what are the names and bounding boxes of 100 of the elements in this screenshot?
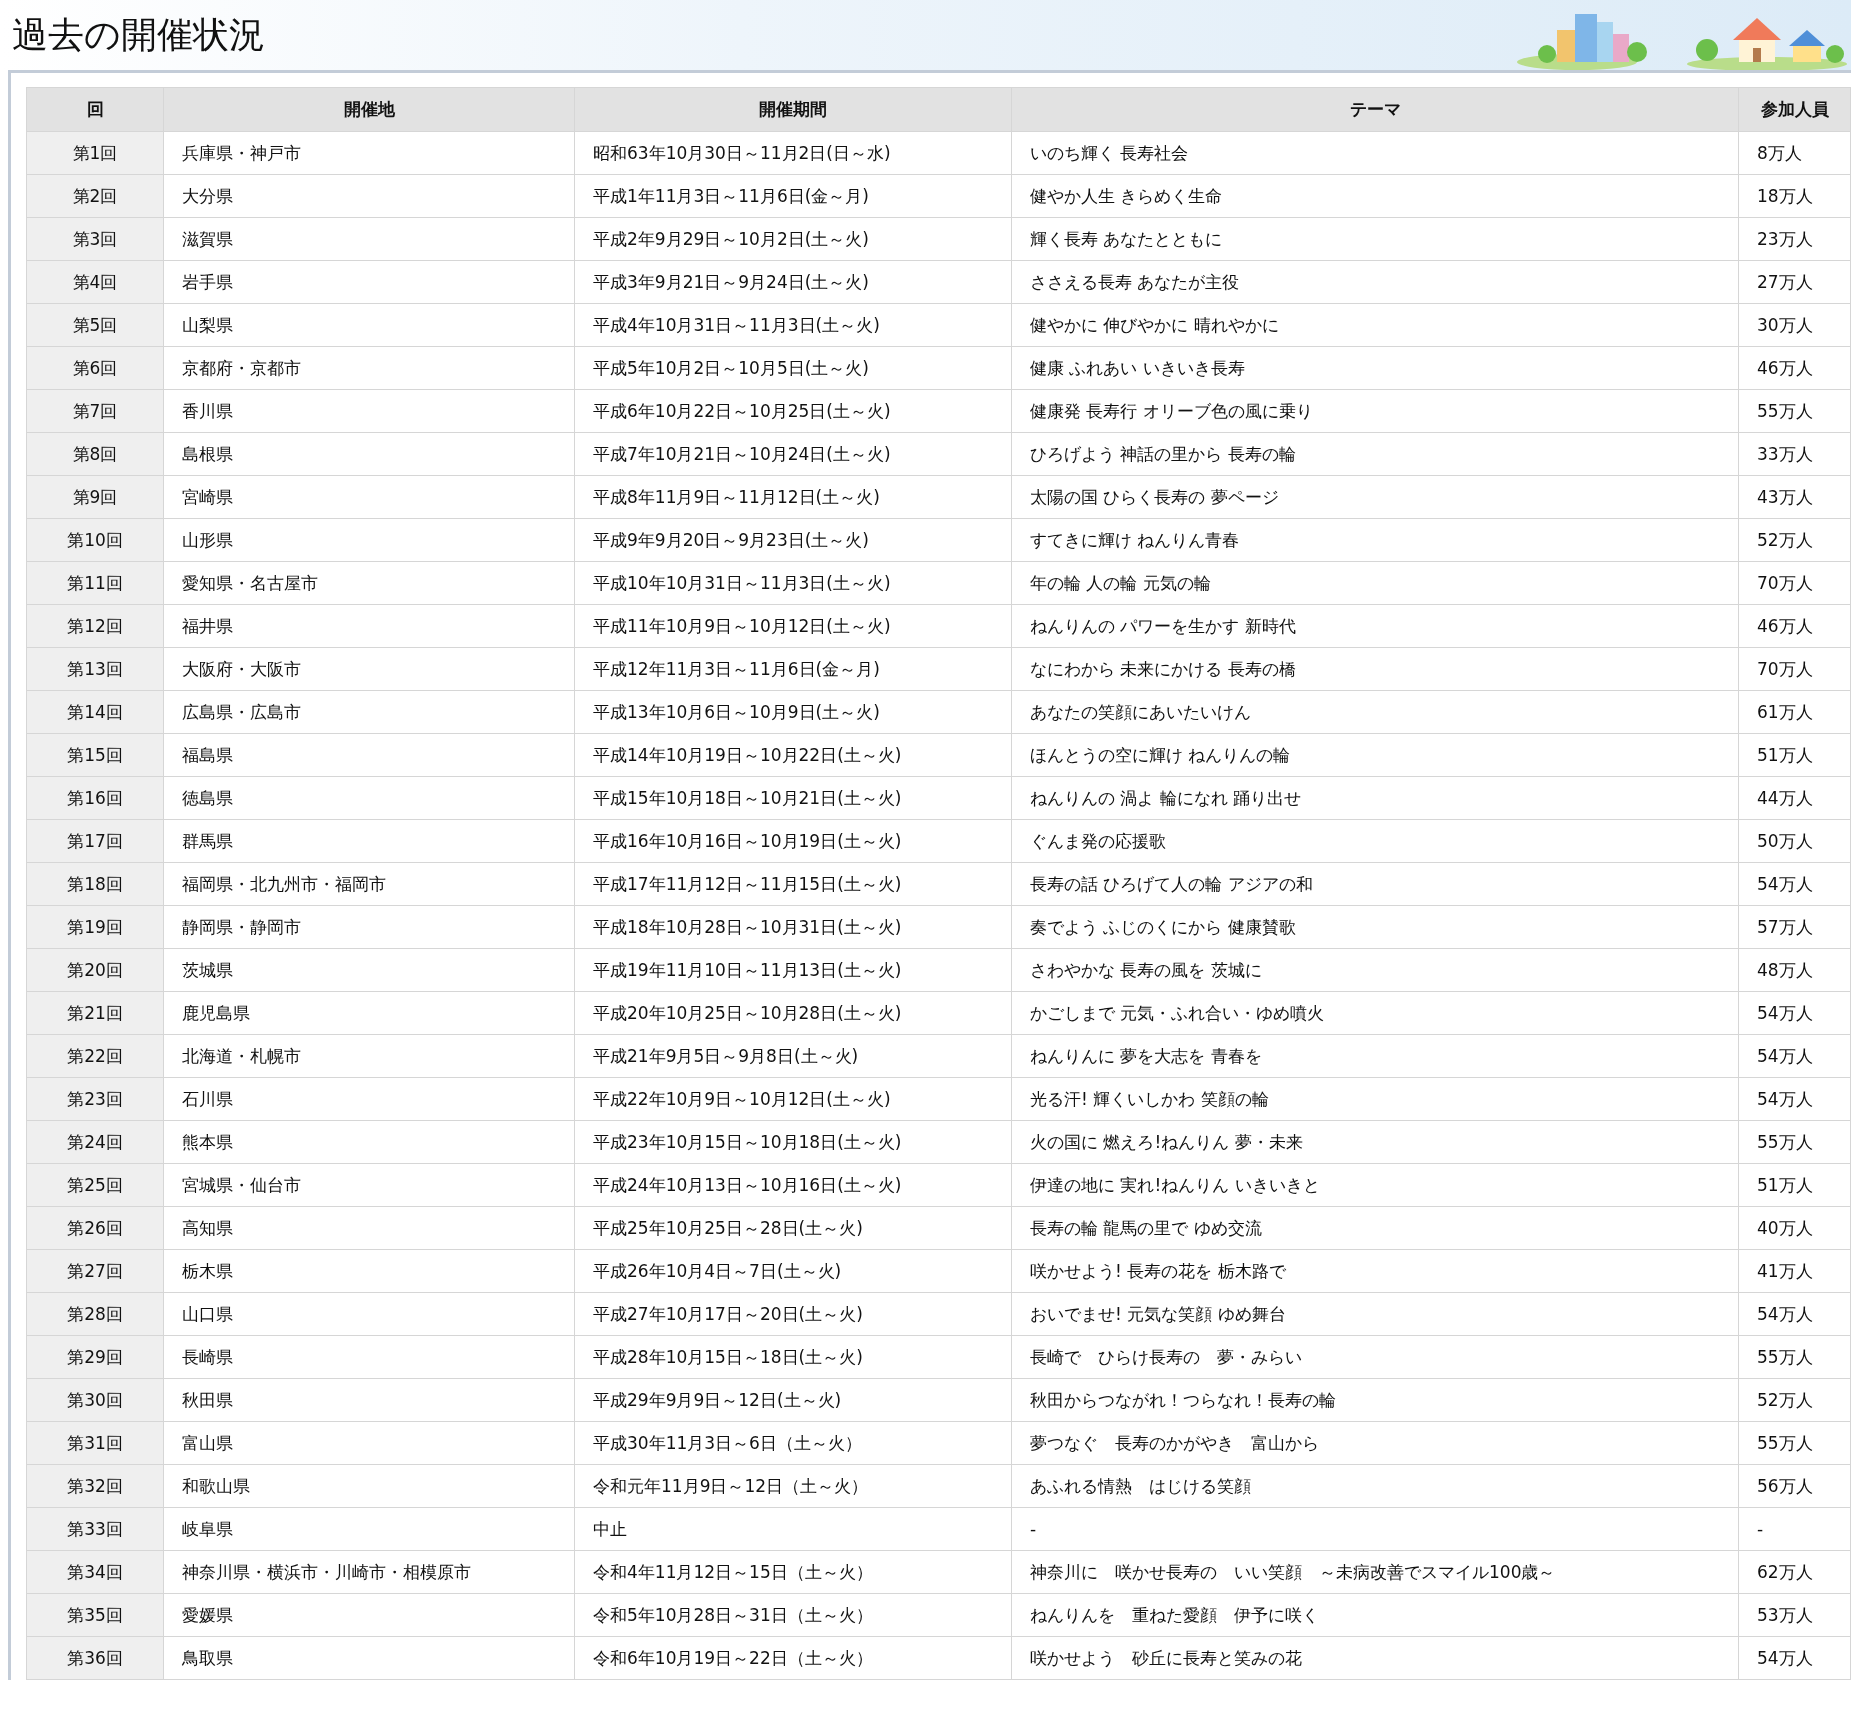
venue-cell: 福島県 [163,733,575,777]
period-cell: 平成15年10月18日～10月21日(土～火) [574,776,1012,820]
round-cell: 第9回 [26,475,164,519]
theme-cell: ひろげよう 神話の里から 長寿の輪 [1011,432,1739,476]
theme-cell: 火の国に 燃えろ!ねんりん 夢・未来 [1011,1120,1739,1164]
theme-cell: ほんとうの空に輝け ねんりんの輪 [1011,733,1739,777]
attendance-cell: 41万人 [1738,1249,1851,1293]
period-cell: 平成3年9月21日～9月24日(土～火) [574,260,1012,304]
round-cell: 第21回 [26,991,164,1035]
period-cell: 平成1年11月3日～11月6日(金～月) [574,174,1012,218]
column-header: テーマ [1011,87,1739,132]
round-cell: 第2回 [26,174,164,218]
attendance-cell: 51万人 [1738,733,1851,777]
period-cell: 令和元年11月9日～12日（土～火） [574,1464,1012,1508]
attendance-cell: 70万人 [1738,561,1851,605]
theme-cell: 健康発 長寿行 オリーブ色の風に乗り [1011,389,1739,433]
attendance-cell: 44万人 [1738,776,1851,820]
round-cell: 第33回 [26,1507,164,1551]
venue-cell: 愛媛県 [163,1593,575,1637]
period-cell: 平成13年10月6日～10月9日(土～火) [574,690,1012,734]
venue-cell: 香川県 [163,389,575,433]
venue-cell: 群馬県 [163,819,575,863]
attendance-cell: 55万人 [1738,1120,1851,1164]
round-cell: 第17回 [26,819,164,863]
attendance-cell: 46万人 [1738,346,1851,390]
venue-cell: 鹿児島県 [163,991,575,1035]
attendance-cell: 30万人 [1738,303,1851,347]
round-cell: 第14回 [26,690,164,734]
round-cell: 第23回 [26,1077,164,1121]
venue-cell: 山口県 [163,1292,575,1336]
attendance-cell: 55万人 [1738,1421,1851,1465]
period-cell: 平成9年9月20日～9月23日(土～火) [574,518,1012,562]
attendance-cell: 46万人 [1738,604,1851,648]
period-cell: 中止 [574,1507,1012,1551]
venue-cell: 岐阜県 [163,1507,575,1551]
period-cell: 平成10年10月31日～11月3日(土～火) [574,561,1012,605]
round-cell: 第28回 [26,1292,164,1336]
round-cell: 第10回 [26,518,164,562]
round-cell: 第1回 [26,131,164,175]
theme-cell: 光る汗! 輝くいしかわ 笑顔の輪 [1011,1077,1739,1121]
round-cell: 第20回 [26,948,164,992]
venue-cell: 宮城県・仙台市 [163,1163,575,1207]
venue-cell: 徳島県 [163,776,575,820]
round-cell: 第12回 [26,604,164,648]
round-cell: 第31回 [26,1421,164,1465]
theme-cell: さわやかな 長寿の風を 茨城に [1011,948,1739,992]
theme-cell: 咲かせよう! 長寿の花を 栃木路で [1011,1249,1739,1293]
theme-cell: ささえる長寿 あなたが主役 [1011,260,1739,304]
theme-cell: 神奈川に 咲かせ長寿の いい笑顔 ～未病改善でスマイル100歳～ [1011,1550,1739,1594]
venue-cell: 山梨県 [163,303,575,347]
venue-cell: 茨城県 [163,948,575,992]
attendance-cell: 54万人 [1738,862,1851,906]
round-cell: 第13回 [26,647,164,691]
period-cell: 平成26年10月4日～7日(土～火) [574,1249,1012,1293]
attendance-cell: 70万人 [1738,647,1851,691]
period-cell: 平成20年10月25日～10月28日(土～火) [574,991,1012,1035]
venue-cell: 高知県 [163,1206,575,1250]
page-title: 過去の開催状況 [12,12,265,57]
theme-cell: 健康 ふれあい いきいき長寿 [1011,346,1739,390]
theme-cell: 奏でよう ふじのくにから 健康賛歌 [1011,905,1739,949]
theme-cell: 咲かせよう 砂丘に長寿と笑みの花 [1011,1636,1739,1680]
attendance-cell: 54万人 [1738,1077,1851,1121]
round-cell: 第15回 [26,733,164,777]
round-cell: 第8回 [26,432,164,476]
round-cell: 第7回 [26,389,164,433]
period-cell: 平成6年10月22日～10月25日(土～火) [574,389,1012,433]
attendance-cell: 56万人 [1738,1464,1851,1508]
theme-cell: 太陽の国 ひらく長寿の 夢ページ [1011,475,1739,519]
period-cell: 平成30年11月3日～6日（土～火） [574,1421,1012,1465]
attendance-cell: 55万人 [1738,389,1851,433]
attendance-cell: 62万人 [1738,1550,1851,1594]
period-cell: 平成28年10月15日～18日(土～火) [574,1335,1012,1379]
attendance-cell: 33万人 [1738,432,1851,476]
venue-cell: 福井県 [163,604,575,648]
venue-cell: 兵庫県・神戸市 [163,131,575,175]
round-cell: 第22回 [26,1034,164,1078]
column-header: 回 [26,87,164,132]
period-cell: 令和4年11月12日～15日（土～火） [574,1550,1012,1594]
round-cell: 第3回 [26,217,164,261]
period-cell: 平成8年11月9日～11月12日(土～火) [574,475,1012,519]
venue-cell: 広島県・広島市 [163,690,575,734]
venue-cell: 和歌山県 [163,1464,575,1508]
period-cell: 令和5年10月28日～31日（土～火） [574,1593,1012,1637]
column-header: 参加人員 [1738,87,1851,132]
theme-cell: 健やかに 伸びやかに 晴れやかに [1011,303,1739,347]
period-cell: 平成27年10月17日～20日(土～火) [574,1292,1012,1336]
attendance-cell: 40万人 [1738,1206,1851,1250]
round-cell: 第5回 [26,303,164,347]
column-header: 開催地 [163,87,575,132]
attendance-cell: 51万人 [1738,1163,1851,1207]
period-cell: 平成12年11月3日～11月6日(金～月) [574,647,1012,691]
theme-cell: 輝く長寿 あなたとともに [1011,217,1739,261]
attendance-cell: 54万人 [1738,1034,1851,1078]
venue-cell: 京都府・京都市 [163,346,575,390]
theme-cell: おいでませ! 元気な笑顔 ゆめ舞台 [1011,1292,1739,1336]
attendance-cell: 8万人 [1738,131,1851,175]
round-cell: 第34回 [26,1550,164,1594]
venue-cell: 愛知県・名古屋市 [163,561,575,605]
venue-cell: 熊本県 [163,1120,575,1164]
attendance-cell: 50万人 [1738,819,1851,863]
